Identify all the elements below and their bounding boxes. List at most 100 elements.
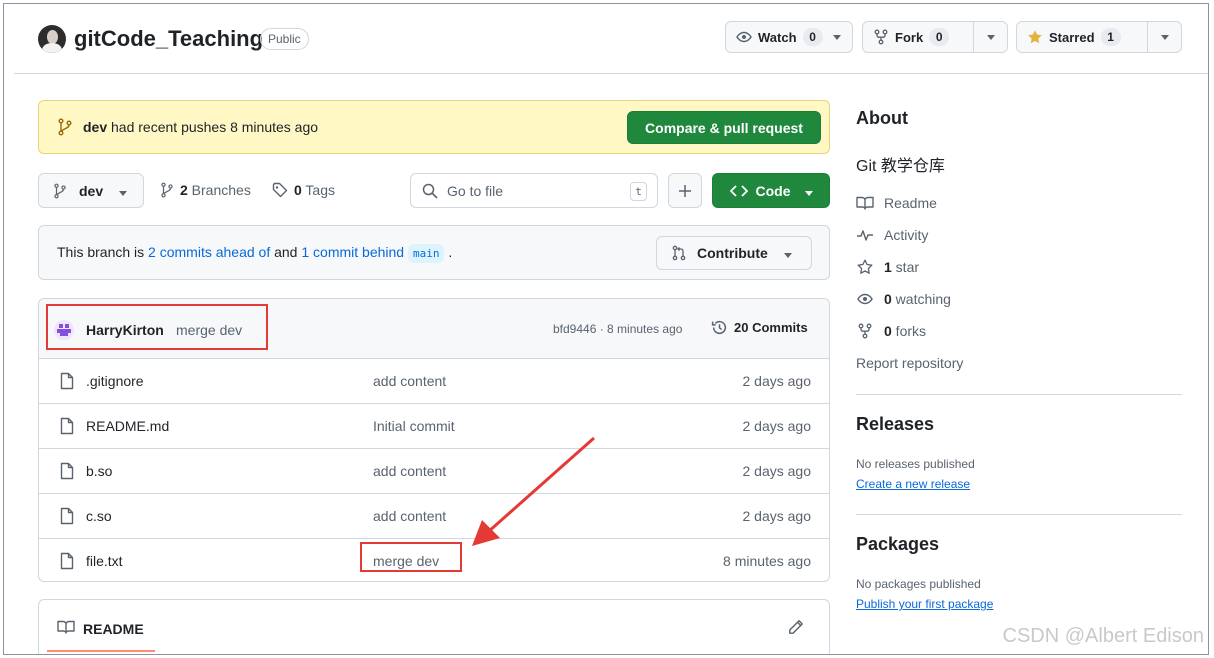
watch-label: Watch	[758, 29, 797, 45]
commits-ahead-link[interactable]: 2 commits ahead of	[148, 244, 270, 260]
repo-header: gitCode_Teaching Public Watch 0 Fork 0 S…	[14, 4, 1208, 74]
chevron-down-icon[interactable]	[973, 22, 1007, 52]
fork-button[interactable]: Fork 0	[862, 21, 1008, 53]
file-commit-message[interactable]: merge dev	[373, 553, 439, 569]
annotation-arrow	[472, 436, 595, 546]
pencil-icon[interactable]	[788, 619, 804, 635]
file-list: HarryKirton merge dev bfd9446 · 8 minute…	[38, 298, 830, 582]
branches-link[interactable]: 2 Branches	[160, 182, 251, 198]
star-label: Starred	[1049, 29, 1095, 45]
file-name[interactable]: file.txt	[86, 553, 123, 569]
file-commit-time: 2 days ago	[742, 463, 812, 479]
commit-hash-time[interactable]: bfd9446 · 8 minutes ago	[553, 322, 682, 336]
branch-comparison-bar: This branch is 2 commits ahead of and 1 …	[38, 225, 830, 280]
recent-push-banner: dev had recent pushes 8 minutes ago Comp…	[38, 100, 830, 154]
branches-count: 2	[180, 182, 188, 198]
add-file-button[interactable]	[668, 173, 702, 208]
base-branch-label[interactable]: main	[407, 244, 445, 263]
readme-tab[interactable]: README	[83, 621, 144, 637]
file-row[interactable]: b.so add content 2 days ago	[39, 449, 829, 494]
commits-history-link[interactable]: 20 Commits	[711, 319, 808, 336]
file-name[interactable]: README.md	[86, 418, 169, 434]
publish-package-link[interactable]: Publish your first package	[856, 597, 993, 611]
fork-label: Fork	[895, 29, 924, 45]
owner-avatar[interactable]	[38, 25, 66, 53]
file-icon	[59, 507, 75, 525]
code-icon	[729, 184, 748, 198]
watch-button[interactable]: Watch 0	[725, 21, 853, 53]
file-commit-message[interactable]: add content	[373, 463, 446, 479]
file-name[interactable]: c.so	[86, 508, 112, 524]
sidebar-stars-link[interactable]: 1 star	[856, 259, 919, 275]
packages-heading[interactable]: Packages	[856, 534, 939, 555]
releases-heading[interactable]: Releases	[856, 414, 934, 435]
sidebar-divider	[856, 514, 1182, 515]
readme-panel: README	[38, 599, 830, 654]
watermark: CSDN @Albert Edison	[1002, 625, 1204, 647]
file-name[interactable]: .gitignore	[86, 373, 144, 389]
comparison-prefix: This branch is	[57, 244, 149, 260]
active-tab-underline	[47, 650, 155, 652]
chevron-down-icon	[783, 245, 792, 261]
sidebar-activity-link[interactable]: Activity	[856, 227, 928, 243]
go-to-file-search[interactable]: Go to file t	[410, 173, 658, 208]
chevron-down-icon[interactable]	[1147, 22, 1181, 52]
releases-empty-text: No releases published	[856, 457, 975, 471]
keyboard-shortcut-hint: t	[630, 182, 647, 201]
fork-icon	[856, 323, 874, 339]
repo-description: Git 教学仓库	[856, 158, 945, 175]
commit-behind-link[interactable]: 1 commit behind	[301, 244, 404, 260]
sidebar-divider	[856, 394, 1182, 395]
report-repository-link[interactable]: Report repository	[856, 355, 963, 371]
sidebar-watching-link[interactable]: 0 watching	[856, 291, 951, 307]
branches-label: Branches	[187, 182, 251, 198]
forks-label: forks	[891, 323, 927, 339]
tags-link[interactable]: 0 Tags	[272, 182, 335, 198]
branch-selector[interactable]: dev	[38, 173, 144, 208]
push-message: dev had recent pushes 8 minutes ago	[83, 119, 318, 135]
file-commit-message[interactable]: add content	[373, 373, 446, 389]
book-icon	[57, 619, 75, 635]
contribute-button[interactable]: Contribute	[656, 236, 812, 270]
sidebar-activity-label: Activity	[884, 227, 929, 243]
file-commit-time: 2 days ago	[742, 508, 812, 524]
sidebar-forks-link[interactable]: 0 forks	[856, 323, 926, 339]
search-placeholder: Go to file	[447, 183, 504, 199]
chevron-down-icon[interactable]	[831, 34, 851, 40]
branch-icon	[57, 118, 73, 136]
file-row[interactable]: README.md Initial commit 2 days ago	[39, 404, 829, 449]
commit-message[interactable]: merge dev	[176, 322, 242, 338]
chevron-down-icon	[119, 183, 128, 199]
compare-pull-request-button[interactable]: Compare & pull request	[627, 111, 821, 144]
book-icon	[856, 195, 874, 211]
watching-label: watching	[891, 291, 951, 307]
file-icon	[59, 417, 75, 435]
file-commit-message[interactable]: add content	[373, 508, 446, 524]
watching-count: 0	[884, 291, 892, 307]
file-commit-message[interactable]: Initial commit	[373, 418, 455, 434]
about-heading: About	[856, 108, 908, 128]
user-avatar[interactable]	[54, 320, 74, 340]
file-row[interactable]: file.txt merge dev 8 minutes ago	[39, 539, 829, 581]
file-icon	[59, 372, 75, 390]
branch-name: dev	[79, 182, 104, 199]
push-branch[interactable]: dev	[83, 119, 107, 135]
comparison-suffix: .	[444, 244, 453, 260]
code-button[interactable]: Code	[712, 173, 830, 208]
star-icon	[856, 259, 874, 275]
file-name[interactable]: b.so	[86, 463, 112, 479]
commit-author[interactable]: HarryKirton	[86, 322, 164, 338]
create-release-link[interactable]: Create a new release	[856, 477, 970, 491]
comparison-text: This branch is 2 commits ahead of and 1 …	[57, 244, 453, 263]
file-commit-time: 2 days ago	[742, 418, 812, 434]
file-icon	[59, 552, 75, 570]
repo-title[interactable]: gitCode_Teaching	[74, 26, 263, 52]
tags-count: 0	[294, 182, 302, 198]
file-row[interactable]: .gitignore add content 2 days ago	[39, 359, 829, 404]
sidebar-readme-link[interactable]: Readme	[856, 195, 937, 211]
file-row[interactable]: c.so add content 2 days ago	[39, 494, 829, 539]
latest-commit-header: HarryKirton merge dev bfd9446 · 8 minute…	[39, 299, 829, 359]
branch-icon	[53, 183, 67, 199]
star-button[interactable]: Starred 1	[1016, 21, 1182, 53]
sidebar-readme-label: Readme	[884, 195, 937, 211]
